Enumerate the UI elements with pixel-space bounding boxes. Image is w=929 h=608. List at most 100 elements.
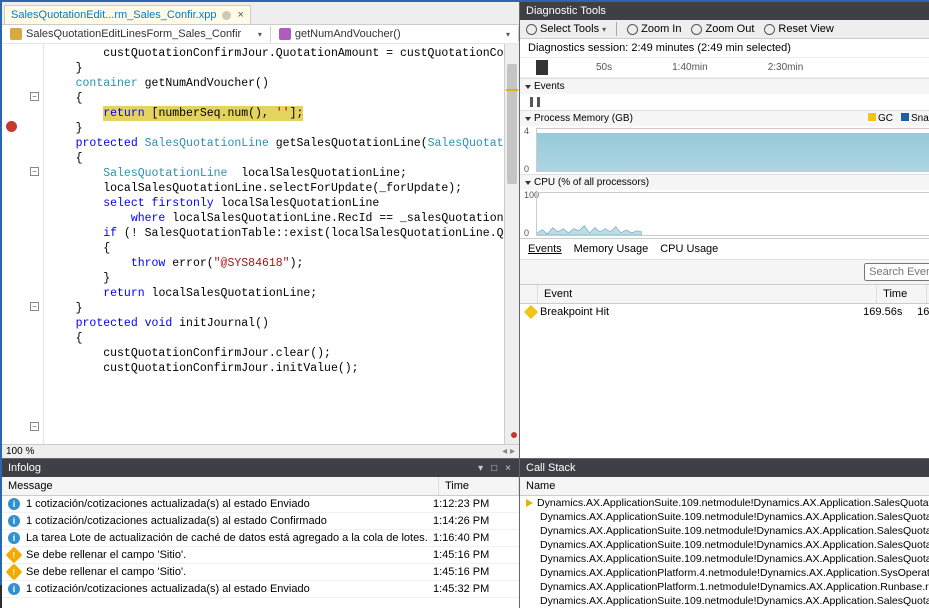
callstack-row[interactable]: Dynamics.AX.ApplicationSuite.109.netmodu… (520, 552, 929, 566)
event-name: Breakpoint Hit (540, 306, 859, 318)
col-time[interactable]: Time (439, 477, 519, 495)
class-icon (10, 28, 22, 40)
event-row[interactable]: Breakpoint Hit 169.56s 169,569ms [14956] (520, 304, 929, 320)
warning-icon (6, 547, 23, 564)
select-tools-button[interactable]: Select Tools ▾ (526, 23, 606, 35)
scrollbar-thumb[interactable] (507, 64, 517, 184)
zoom-out-icon (691, 24, 702, 35)
gutter[interactable]: − − − − (2, 44, 44, 444)
row-time: 1:45:16 PM (433, 566, 513, 578)
pane-title-bar: Call Stack ▾□× (520, 459, 929, 477)
timeline-handle-left[interactable] (536, 60, 548, 75)
callstack-row[interactable]: Dynamics.AX.ApplicationSuite.109.netmodu… (520, 496, 929, 510)
col-time[interactable]: Time (877, 285, 927, 303)
scroll-h-icon[interactable]: ◂ ▸ (502, 446, 515, 457)
infolog-row[interactable]: i1 cotización/cotizaciones actualizada(s… (2, 581, 519, 598)
zoom-in-icon (627, 24, 638, 35)
dropdown-icon[interactable]: ▾ (476, 463, 485, 474)
callstack-row[interactable]: Dynamics.AX.ApplicationPlatform.1.netmod… (520, 580, 929, 594)
search-input[interactable] (864, 263, 929, 281)
pane-title-bar: Diagnostic Tools ▾ □ × (520, 2, 929, 20)
frame-icon (526, 582, 536, 592)
callstack-row[interactable]: Dynamics.AX.ApplicationSuite.109.netmodu… (520, 524, 929, 538)
frame-name: Dynamics.AX.ApplicationSuite.109.netmodu… (540, 553, 929, 565)
tab-memory-usage[interactable]: Memory Usage (574, 243, 649, 255)
row-message: Se debe rellenar el campo 'Sitio'. (26, 549, 433, 561)
infolog-body[interactable]: i1 cotización/cotizaciones actualizada(s… (2, 496, 519, 608)
row-time: 1:12:23 PM (433, 498, 513, 510)
fold-icon[interactable]: − (30, 167, 39, 176)
memory-header[interactable]: Process Memory (GB) GC Snapshot Private … (520, 110, 929, 126)
snapshot-swatch-icon (901, 113, 909, 121)
nav-marker-icon[interactable] (511, 432, 517, 438)
close-icon[interactable]: × (237, 9, 243, 21)
breadcrumb-class[interactable]: SalesQuotationEditLinesForm_Sales_Confir… (2, 26, 271, 42)
tab-cpu-usage[interactable]: CPU Usage (660, 243, 718, 255)
zoom-in-button[interactable]: Zoom In (627, 23, 681, 35)
infolog-row[interactable]: i1 cotización/cotizaciones actualizada(s… (2, 496, 519, 513)
gear-icon (526, 24, 537, 35)
close-icon[interactable]: × (503, 463, 513, 474)
infolog-row[interactable]: Se debe rellenar el campo 'Sitio'.1:45:1… (2, 564, 519, 581)
info-icon: i (8, 515, 20, 527)
zoom-level[interactable]: 100 % (6, 446, 34, 457)
code-area[interactable]: − − − − custQuotationConfirmJour.Quotati… (2, 44, 519, 444)
frame-icon (526, 512, 536, 522)
triangle-icon (525, 85, 531, 89)
infolog-row[interactable]: iLa tarea Lote de actualización de caché… (2, 530, 519, 547)
fold-icon[interactable]: − (30, 422, 39, 431)
code-body[interactable]: custQuotationConfirmJour.QuotationAmount… (44, 44, 504, 444)
frame-name: Dynamics.AX.ApplicationPlatform.4.netmod… (540, 567, 929, 579)
pane-title: Diagnostic Tools (526, 5, 606, 17)
timeline[interactable]: 50s 1:40min 2:30min (520, 58, 929, 78)
status-bar: 100 % ◂ ▸ (2, 444, 519, 458)
tab-strip: SalesQuotationEdit...rm_Sales_Confir.xpp… (2, 2, 519, 24)
infolog-row[interactable]: i1 cotización/cotizaciones actualizada(s… (2, 513, 519, 530)
event-duration: 169,569ms (917, 306, 929, 318)
infolog-row[interactable]: Se debe rellenar el campo 'Sitio'.1:45:1… (2, 547, 519, 564)
frame-name: Dynamics.AX.ApplicationSuite.109.netmodu… (540, 539, 929, 551)
cpu-line (537, 193, 642, 235)
file-tab[interactable]: SalesQuotationEdit...rm_Sales_Confir.xpp… (4, 5, 251, 24)
callstack-row[interactable]: Dynamics.AX.ApplicationSuite.109.netmodu… (520, 594, 929, 608)
col-event[interactable]: Event (538, 285, 877, 303)
pause-icon (530, 97, 540, 107)
row-time: 1:45:16 PM (433, 549, 513, 561)
col-message[interactable]: Message (2, 477, 439, 495)
pin-icon[interactable]: □ (489, 463, 499, 474)
breadcrumb-method-label: getNumAndVoucher() (295, 28, 401, 40)
breakpoint-event-icon (524, 305, 538, 319)
reset-view-button[interactable]: Reset View (764, 23, 833, 35)
frame-icon (526, 540, 536, 550)
fold-icon[interactable]: − (30, 92, 39, 101)
cpu-chart[interactable]: 1000 1000 (520, 190, 929, 238)
chevron-down-icon[interactable]: ▾ (506, 30, 510, 39)
row-time: 1:14:26 PM (433, 515, 513, 527)
info-icon: i (8, 532, 20, 544)
tab-events[interactable]: Events (528, 243, 562, 255)
cpu-header[interactable]: CPU (% of all processors) (520, 174, 929, 190)
col-name[interactable]: Name (520, 477, 929, 495)
zoom-out-button[interactable]: Zoom Out (691, 23, 754, 35)
frame-icon (526, 526, 536, 536)
breadcrumb-method[interactable]: getNumAndVoucher() ▾ (271, 26, 519, 42)
callstack-row[interactable]: Dynamics.AX.ApplicationPlatform.4.netmod… (520, 566, 929, 580)
memory-area (537, 133, 929, 171)
breakpoint-icon[interactable] (6, 121, 17, 132)
tab-label: SalesQuotationEdit...rm_Sales_Confir.xpp (11, 9, 216, 21)
chevron-down-icon[interactable]: ▾ (258, 30, 262, 39)
events-header[interactable]: Events (520, 78, 929, 94)
callstack-row[interactable]: Dynamics.AX.ApplicationSuite.109.netmodu… (520, 510, 929, 524)
pane-title-bar: Infolog ▾□× (2, 459, 519, 477)
scroll-marker (506, 89, 518, 91)
scrollbar-vertical[interactable] (504, 44, 519, 444)
fold-icon[interactable]: − (30, 302, 39, 311)
timeline-tick: 2:30min (768, 62, 804, 73)
pin-icon[interactable] (222, 11, 231, 20)
frame-icon (526, 568, 536, 578)
diag-tabs: Events Memory Usage CPU Usage (520, 238, 929, 259)
current-frame-icon (526, 499, 533, 507)
memory-chart[interactable]: 40 40 (520, 126, 929, 174)
callstack-row[interactable]: Dynamics.AX.ApplicationSuite.109.netmodu… (520, 538, 929, 552)
callstack-body[interactable]: Dynamics.AX.ApplicationSuite.109.netmodu… (520, 496, 929, 608)
